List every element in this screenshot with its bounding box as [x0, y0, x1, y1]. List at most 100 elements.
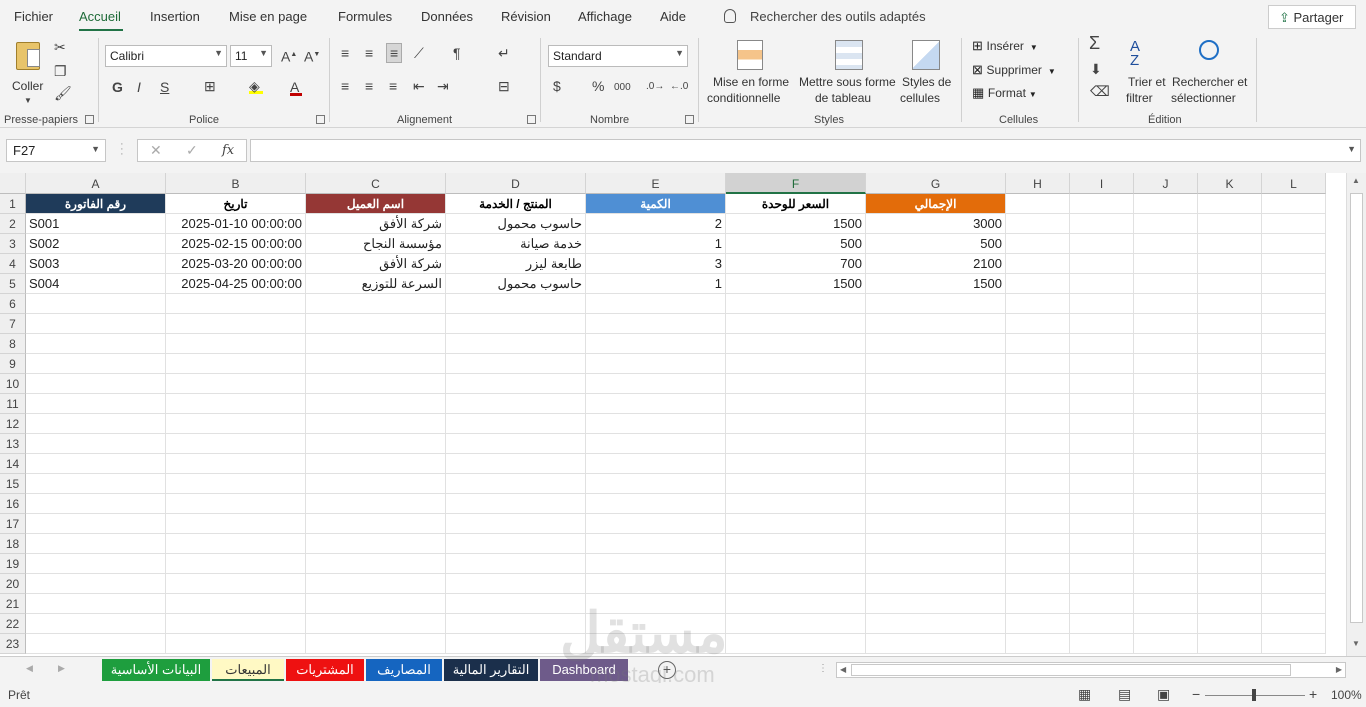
- cell-j14[interactable]: [1134, 454, 1198, 474]
- cell-l18[interactable]: [1262, 534, 1326, 554]
- cell-d15[interactable]: [446, 474, 586, 494]
- cell-b6[interactable]: [166, 294, 306, 314]
- scroll-up-icon[interactable]: ▲: [1352, 176, 1360, 185]
- column-header-k[interactable]: K: [1198, 173, 1262, 194]
- cell-k23[interactable]: [1198, 634, 1262, 654]
- cell-f3[interactable]: 500: [726, 234, 866, 254]
- tab-insertion[interactable]: Insertion: [150, 9, 200, 24]
- cell-a10[interactable]: [26, 374, 166, 394]
- align-top-icon[interactable]: ≡: [341, 46, 349, 60]
- cell-h12[interactable]: [1006, 414, 1070, 434]
- cell-k2[interactable]: [1198, 214, 1262, 234]
- zoom-level[interactable]: 100%: [1331, 688, 1362, 702]
- cell-b22[interactable]: [166, 614, 306, 634]
- cell-i3[interactable]: [1070, 234, 1134, 254]
- delete-cells-button[interactable]: ⊠ Supprimer ▼: [972, 62, 1056, 78]
- row-header-15[interactable]: 15: [0, 474, 26, 494]
- cell-j6[interactable]: [1134, 294, 1198, 314]
- header-cell-a[interactable]: رقم الفاتورة: [26, 194, 166, 214]
- cell-g3[interactable]: 500: [866, 234, 1006, 254]
- row-header-2[interactable]: 2: [0, 214, 26, 234]
- conditional-formatting-button[interactable]: Mise en forme conditionnelle: [705, 38, 793, 108]
- row-header-10[interactable]: 10: [0, 374, 26, 394]
- cell-a13[interactable]: [26, 434, 166, 454]
- cell-l4[interactable]: [1262, 254, 1326, 274]
- row-header-5[interactable]: 5: [0, 274, 26, 294]
- cell-g15[interactable]: [866, 474, 1006, 494]
- cell-a15[interactable]: [26, 474, 166, 494]
- cell-c18[interactable]: [306, 534, 446, 554]
- cell-j23[interactable]: [1134, 634, 1198, 654]
- cell-k9[interactable]: [1198, 354, 1262, 374]
- percent-button[interactable]: %: [592, 79, 604, 93]
- cell-g8[interactable]: [866, 334, 1006, 354]
- column-header-f[interactable]: F: [726, 173, 866, 194]
- row-header-12[interactable]: 12: [0, 414, 26, 434]
- cell-j4[interactable]: [1134, 254, 1198, 274]
- cell-j2[interactable]: [1134, 214, 1198, 234]
- cell-g17[interactable]: [866, 514, 1006, 534]
- cell-a19[interactable]: [26, 554, 166, 574]
- format-as-table-button[interactable]: Mettre sous forme de tableau: [797, 38, 897, 108]
- cell-h21[interactable]: [1006, 594, 1070, 614]
- cell-k1[interactable]: [1198, 194, 1262, 214]
- number-format-combo[interactable]: Standard ▼: [548, 45, 688, 67]
- cell-h13[interactable]: [1006, 434, 1070, 454]
- cell-f8[interactable]: [726, 334, 866, 354]
- row-header-11[interactable]: 11: [0, 394, 26, 414]
- cell-i22[interactable]: [1070, 614, 1134, 634]
- cell-d10[interactable]: [446, 374, 586, 394]
- cell-e8[interactable]: [586, 334, 726, 354]
- cell-h5[interactable]: [1006, 274, 1070, 294]
- cell-c15[interactable]: [306, 474, 446, 494]
- cell-b2[interactable]: 2025-01-10 00:00:00: [166, 214, 306, 234]
- cell-l10[interactable]: [1262, 374, 1326, 394]
- cell-d20[interactable]: [446, 574, 586, 594]
- cell-l5[interactable]: [1262, 274, 1326, 294]
- row-header-3[interactable]: 3: [0, 234, 26, 254]
- find-select-button[interactable]: Rechercher et sélectionner: [1171, 38, 1249, 108]
- thousands-button[interactable]: 000: [614, 81, 631, 95]
- clipboard-launcher-icon[interactable]: [85, 115, 94, 124]
- row-header-6[interactable]: 6: [0, 294, 26, 314]
- cell-h20[interactable]: [1006, 574, 1070, 594]
- increase-decimal-icon[interactable]: .0→: [646, 80, 664, 94]
- cell-f16[interactable]: [726, 494, 866, 514]
- zoom-slider-thumb[interactable]: [1252, 689, 1256, 701]
- tab-affichage[interactable]: Affichage: [578, 9, 632, 24]
- sheet-tab-2[interactable]: المبيعات: [212, 659, 284, 681]
- cell-styles-button[interactable]: Styles de cellules: [900, 38, 954, 108]
- accounting-format-icon[interactable]: $: [553, 79, 561, 93]
- cell-c21[interactable]: [306, 594, 446, 614]
- row-header-7[interactable]: 7: [0, 314, 26, 334]
- cell-l22[interactable]: [1262, 614, 1326, 634]
- column-header-a[interactable]: A: [26, 173, 166, 194]
- cell-b12[interactable]: [166, 414, 306, 434]
- cell-h18[interactable]: [1006, 534, 1070, 554]
- paste-button[interactable]: Coller ▼: [12, 40, 46, 105]
- align-middle-icon[interactable]: ≡: [365, 46, 373, 60]
- tab-revision[interactable]: Révision: [501, 9, 551, 24]
- cell-c22[interactable]: [306, 614, 446, 634]
- italic-button[interactable]: I: [137, 80, 141, 94]
- cell-b20[interactable]: [166, 574, 306, 594]
- cell-i5[interactable]: [1070, 274, 1134, 294]
- cell-c16[interactable]: [306, 494, 446, 514]
- cell-a16[interactable]: [26, 494, 166, 514]
- cell-e16[interactable]: [586, 494, 726, 514]
- cell-c12[interactable]: [306, 414, 446, 434]
- cell-h16[interactable]: [1006, 494, 1070, 514]
- cell-i16[interactable]: [1070, 494, 1134, 514]
- cell-e2[interactable]: 2: [586, 214, 726, 234]
- cell-j22[interactable]: [1134, 614, 1198, 634]
- cell-h8[interactable]: [1006, 334, 1070, 354]
- cell-f7[interactable]: [726, 314, 866, 334]
- cell-g20[interactable]: [866, 574, 1006, 594]
- cell-h11[interactable]: [1006, 394, 1070, 414]
- cell-f12[interactable]: [726, 414, 866, 434]
- cell-a18[interactable]: [26, 534, 166, 554]
- insert-cells-button[interactable]: ⊞ Insérer ▼: [972, 38, 1038, 54]
- borders-icon[interactable]: ⊞: [204, 79, 216, 93]
- cell-j10[interactable]: [1134, 374, 1198, 394]
- align-center-icon[interactable]: ≡: [365, 79, 373, 93]
